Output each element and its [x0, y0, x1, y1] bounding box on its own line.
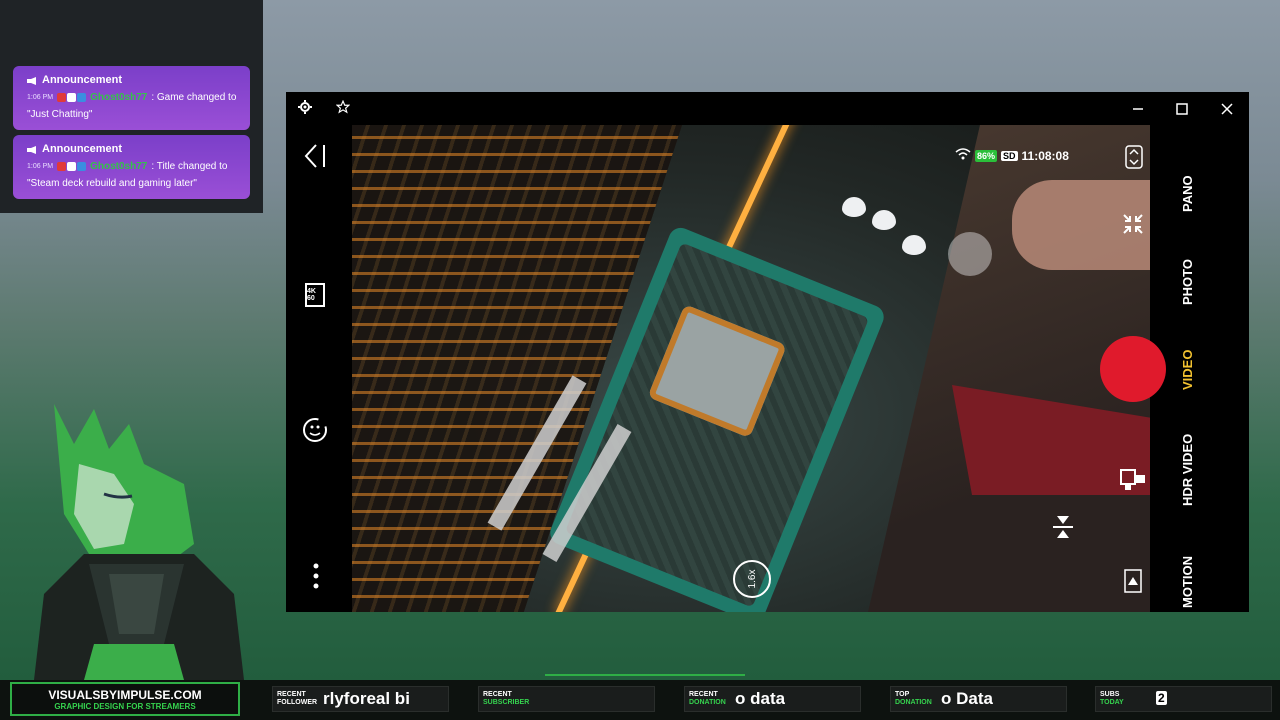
stat-label: RECENT: [277, 691, 306, 698]
chat-time: 1:06 PM: [27, 163, 54, 170]
chat-username[interactable]: Ghost0sh77: [90, 92, 147, 103]
resolution-4k-icon[interactable]: 4K 60: [305, 283, 325, 307]
wolf-avatar: [34, 404, 244, 680]
chat-message: : Title changed to: [151, 161, 228, 172]
chat-message-cont: "Steam deck rebuild and gaming later": [27, 178, 197, 189]
mode-photo[interactable]: PHOTO: [1180, 259, 1195, 305]
stat-recent-donation: RECENT DONATION o data: [684, 686, 861, 712]
stat-label: TOP: [895, 691, 910, 698]
star-badge-icon: [67, 162, 77, 171]
maximize-icon[interactable]: [1176, 102, 1188, 119]
crown-badge-icon: [77, 162, 87, 171]
announcement-title: Announcement: [42, 143, 123, 155]
stat-top-donation: TOP DONATION o Data: [890, 686, 1067, 712]
chat-time: 1:06 PM: [27, 94, 54, 101]
guitar-pick: [872, 210, 896, 230]
mode-hdr-video[interactable]: HDR VIDEO: [1180, 434, 1195, 506]
announcement-header: Announcement: [27, 74, 122, 86]
megaphone-icon: [27, 76, 37, 85]
announcement-header: Announcement: [27, 143, 122, 155]
mode-motion[interactable]: MOTION: [1180, 556, 1195, 608]
star-icon[interactable]: [335, 99, 351, 118]
close-icon[interactable]: [1221, 102, 1233, 119]
mode-pano[interactable]: PANO: [1180, 175, 1195, 212]
stat-label: SUBS: [1100, 691, 1120, 698]
stat-label-sub: FOLLOWER: [277, 699, 318, 706]
switch-camera-icon[interactable]: [1125, 145, 1143, 174]
battery-indicator: 86%: [975, 149, 998, 162]
broadcaster-badge-icon: [57, 93, 67, 102]
focus-indicator[interactable]: [948, 232, 992, 276]
broadcaster-badge-icon: [57, 162, 67, 171]
timer-off-icon[interactable]: [302, 415, 330, 450]
stabilizer-icon[interactable]: [1052, 514, 1074, 545]
chat-message: : Game changed to: [151, 92, 237, 103]
stat-value: rlyforeal bi: [323, 689, 410, 708]
record-shutter-button[interactable]: [1100, 336, 1166, 402]
brand-url: VISUALSBYIMPULSE.COM: [48, 688, 202, 702]
stat-label-sub: DONATION: [895, 699, 932, 706]
window-titlebar: [286, 92, 1249, 125]
camera-status-bar: 86% SD 11:08:08: [955, 148, 1069, 163]
announcement-card: Announcement 1:06 PM Ghost0sh77 : Game c…: [13, 66, 250, 130]
user-badges: [57, 162, 87, 171]
guitar-pick: [842, 197, 866, 217]
gallery-thumbnail-icon[interactable]: [1120, 466, 1146, 497]
megaphone-icon: [27, 145, 37, 154]
crown-badge-icon: [77, 93, 87, 102]
settings-gear-icon[interactable]: [298, 100, 312, 118]
minimize-icon[interactable]: [1132, 98, 1144, 115]
stat-recent-follower: RECENT FOLLOWER rlyforeal bi: [272, 686, 449, 712]
camera-left-toolbar: 4K 60: [286, 125, 352, 612]
chat-line: 1:06 PM Ghost0sh77 : Title changed to: [27, 161, 228, 172]
announcement-card: Announcement 1:06 PM Ghost0sh77 : Title …: [13, 135, 250, 199]
collapse-arrows-icon[interactable]: [1122, 213, 1144, 240]
stat-label: RECENT: [483, 691, 512, 698]
stat-label-sub: TODAY: [1100, 699, 1124, 706]
stat-subs-today: SUBS TODAY 2: [1095, 686, 1272, 712]
more-menu-icon[interactable]: [313, 563, 319, 594]
mode-video[interactable]: VIDEO: [1180, 350, 1195, 390]
chat-username[interactable]: Ghost0sh77: [90, 161, 147, 172]
stat-value: 2: [1156, 691, 1167, 705]
bar-accent: [545, 674, 745, 684]
star-badge-icon: [67, 93, 77, 102]
stat-label-sub: SUBSCRIBER: [483, 699, 530, 706]
clock-text: 11:08:08: [1021, 148, 1069, 163]
stat-label-sub: DONATION: [689, 699, 726, 706]
wifi-icon: [955, 148, 971, 163]
chat-line: 1:06 PM Ghost0sh77 : Game changed to: [27, 92, 236, 103]
brand-tagline: GRAPHIC DESIGN FOR STREAMERS: [54, 702, 196, 711]
brand-box: VISUALSBYIMPULSE.COM GRAPHIC DESIGN FOR …: [10, 682, 240, 716]
stat-value: o Data: [941, 689, 993, 708]
guitar-pick: [902, 235, 926, 255]
stat-label: RECENT: [689, 691, 718, 698]
back-icon[interactable]: [304, 143, 328, 174]
aspect-ratio-icon[interactable]: [1124, 569, 1142, 598]
announcement-title: Announcement: [42, 74, 123, 86]
camera-viewfinder[interactable]: [352, 125, 1150, 612]
sd-card-icon: SD: [1001, 150, 1018, 161]
chat-panel: Announcement 1:06 PM Ghost0sh77 : Game c…: [0, 0, 263, 213]
user-badges: [57, 93, 87, 102]
stat-recent-subscriber: RECENT SUBSCRIBER: [478, 686, 655, 712]
stat-value: o data: [735, 689, 786, 708]
chat-message-cont: "Just Chatting": [27, 109, 93, 120]
zoom-level-button[interactable]: 1.6x: [733, 560, 771, 598]
